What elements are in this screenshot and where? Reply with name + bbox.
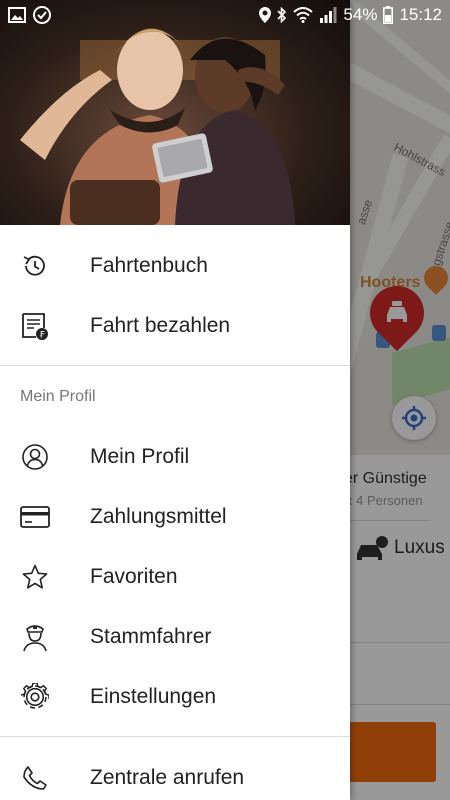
signal-icon [320,7,337,23]
svg-text:₣: ₣ [39,331,45,341]
menu-item-einstellungen[interactable]: Einstellungen [0,667,350,727]
gear-icon [20,682,50,712]
star-icon [20,562,50,592]
menu-divider [0,365,350,366]
phone-icon [20,763,50,793]
clock: 15:12 [399,5,442,24]
menu-label: Fahrt bezahlen [90,314,231,337]
menu-item-mein-profil[interactable]: Mein Profil [0,427,350,487]
status-bar: 54% 15:12 [0,0,450,30]
profile-icon [20,442,50,472]
menu-label: Stammfahrer [90,625,212,648]
battery-icon [383,6,394,24]
drawer-header-image [0,0,350,225]
location-icon [259,7,272,23]
battery-percent: 54% [343,5,378,24]
bluetooth-icon [277,7,287,23]
menu-label: Zentrale anrufen [90,766,245,789]
section-title-mein-profil: Mein Profil [20,388,96,405]
navigation-drawer: Fahrtenbuch ₣ Fahrt bezahlen Mein Profil [0,0,350,800]
menu-item-favoriten[interactable]: Favoriten [0,547,350,607]
history-icon [20,251,50,281]
menu-item-zentrale-anrufen[interactable]: Zentrale anrufen [0,748,350,800]
menu-divider [0,736,350,737]
menu-label: Mein Profil [90,445,190,468]
pay-ride-icon: ₣ [20,311,50,341]
menu-label: Einstellungen [90,685,217,708]
menu-item-zahlungsmittel[interactable]: Zahlungsmittel [0,487,350,547]
driver-icon [20,622,50,652]
wifi-icon [293,7,314,23]
image-notification-icon [8,7,26,23]
menu-item-fahrtenbuch[interactable]: Fahrtenbuch [0,236,350,296]
credit-card-icon [20,502,50,532]
menu-label: Favoriten [90,565,178,588]
menu-label: Fahrtenbuch [90,254,208,277]
menu-label: Zahlungsmittel [90,505,227,528]
menu-item-fahrt-bezahlen[interactable]: ₣ Fahrt bezahlen [0,296,350,356]
menu-item-stammfahrer[interactable]: Stammfahrer [0,607,350,667]
check-circle-icon [33,6,51,24]
